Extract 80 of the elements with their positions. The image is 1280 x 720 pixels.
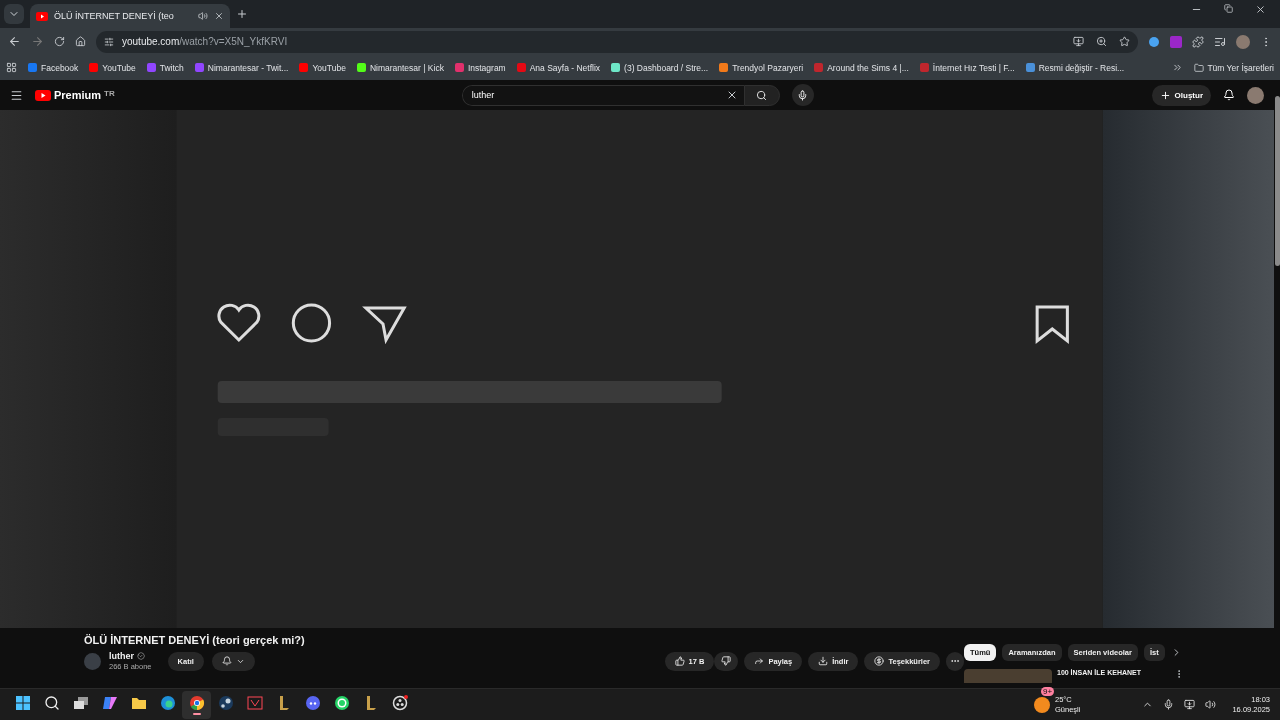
bookmark-link[interactable]: Trendyol Pazaryeri (719, 62, 804, 73)
bookmark-link[interactable]: Ana Sayfa - Netflix (516, 62, 601, 73)
bookmark-link[interactable]: Around the Sims 4 |... (814, 62, 909, 73)
address-bar[interactable]: youtube.com/watch?v=X5N_YkfKRVI (96, 30, 1138, 53)
url-text: youtube.com/watch?v=X5N_YkfKRVI (122, 36, 288, 47)
plus-icon (1159, 89, 1171, 101)
search-field[interactable]: luther (461, 84, 744, 106)
steam-icon (217, 694, 234, 711)
notification-badge: 9+ (1041, 686, 1055, 696)
reload-icon[interactable] (54, 36, 65, 47)
bookmark-link[interactable]: YouTube (89, 62, 136, 73)
taskbar-app[interactable] (182, 690, 211, 719)
forward-icon[interactable] (31, 35, 44, 48)
notification-button[interactable] (211, 651, 255, 671)
bookmark-link[interactable]: (3) Dashboard / Stre... (611, 62, 709, 73)
discord-icon (304, 694, 321, 711)
microphone-icon[interactable] (1163, 699, 1175, 710)
thumbs-down-icon (721, 656, 732, 666)
verified-icon (137, 652, 145, 660)
search-button[interactable] (743, 84, 780, 106)
thumbs-up-icon (674, 656, 685, 666)
profile-avatar[interactable] (1236, 34, 1250, 49)
search-icon (756, 89, 768, 101)
voice-search-button[interactable] (791, 84, 814, 106)
bookmark-link[interactable]: Instagram (454, 62, 506, 73)
scrollbar-thumb[interactable] (1274, 96, 1280, 266)
youtube-logo[interactable]: Premium TR (35, 89, 115, 101)
tab-title: ÖLÜ İNTERNET DENEYİ (teo (54, 11, 175, 21)
search-icon (43, 694, 60, 711)
more-bookmarks-icon[interactable] (1172, 62, 1184, 73)
tab-list-button[interactable] (4, 4, 24, 24)
media-icon[interactable] (1214, 35, 1226, 48)
obs-icon (391, 694, 408, 711)
bookmark-link[interactable]: Twitch (146, 62, 184, 73)
edge-icon (159, 694, 176, 711)
browser-tab[interactable]: ÖLÜ İNTERNET DENEYİ (teo (30, 4, 230, 28)
all-bookmarks-link[interactable]: Tüm Yer İşaretleri (1207, 62, 1274, 73)
share-icon (754, 656, 765, 666)
microphone-icon (797, 89, 809, 101)
bookmark-link[interactable]: Nimarantesar | Kick (356, 62, 444, 73)
bookmark-link[interactable]: YouTube (299, 62, 346, 73)
video-title: ÖLÜ İNTERNET DENEYİ (teori gerçek mi?) (84, 634, 306, 646)
dollar-icon (874, 656, 885, 666)
channel-name[interactable]: luther (109, 651, 134, 661)
whatsapp-icon (333, 694, 350, 711)
new-tab-icon[interactable] (236, 8, 248, 20)
back-icon[interactable] (8, 35, 21, 48)
video-thumbnail[interactable] (964, 669, 1052, 683)
volume-icon[interactable] (1205, 699, 1217, 710)
more-button[interactable] (946, 651, 964, 671)
bookmark-link[interactable]: Resmi değiştir - Resi... (1025, 62, 1125, 73)
site-settings-icon[interactable] (104, 36, 114, 47)
dislike-button[interactable] (714, 651, 739, 671)
menu-icon[interactable] (10, 88, 23, 102)
bookmark-link[interactable]: Facebook (28, 62, 79, 73)
restore-icon[interactable] (1224, 3, 1233, 13)
bookmark-link[interactable]: İnternet Hız Testi | F... (919, 62, 1015, 73)
bell-icon (221, 656, 232, 666)
bookmark-link[interactable]: Nimarantesar - Twit... (194, 62, 289, 73)
notification-icon[interactable] (1223, 89, 1235, 101)
download-icon (818, 656, 829, 666)
chrome-icon (188, 694, 205, 711)
weather-icon (1034, 696, 1050, 713)
folder-icon (1194, 62, 1205, 73)
create-button[interactable]: Oluştur (1151, 84, 1211, 106)
close-icon[interactable] (1255, 3, 1266, 15)
speaker-icon[interactable] (198, 11, 208, 21)
account-avatar[interactable] (1247, 86, 1264, 104)
windows-icon (14, 694, 31, 711)
youtube-icon (36, 11, 48, 21)
zoom-icon[interactable] (1096, 36, 1107, 47)
close-icon[interactable] (214, 11, 224, 21)
windows-stack-icon (72, 694, 89, 711)
apps-icon[interactable] (6, 62, 17, 73)
home-icon[interactable] (75, 36, 86, 47)
valorant-icon (246, 694, 263, 711)
install-icon[interactable] (1073, 36, 1084, 47)
puzzle-icon[interactable] (1192, 35, 1204, 48)
monitor-icon[interactable] (1184, 699, 1196, 710)
star-icon[interactable] (1119, 36, 1130, 47)
